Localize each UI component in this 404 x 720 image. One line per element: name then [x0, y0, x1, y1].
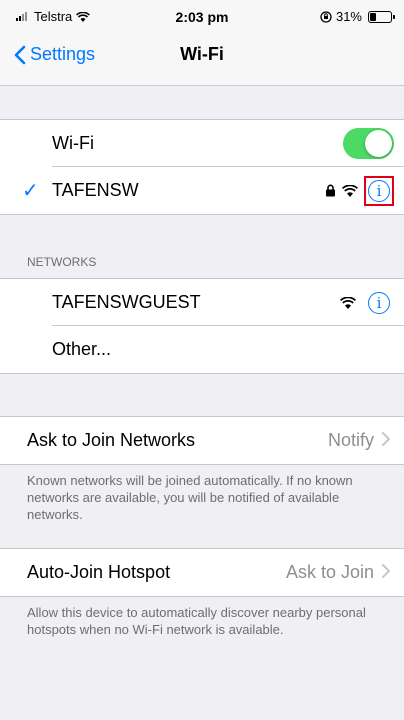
- network-name: TAFENSWGUEST: [52, 292, 201, 312]
- ask-to-join-footer: Known networks will be joined automatica…: [27, 473, 353, 522]
- wifi-group: Wi-Fi ✓ TAFENSW i: [0, 119, 404, 215]
- networks-group: TAFENSWGUEST i Other...: [0, 278, 404, 374]
- auto-join-hotspot-label: Auto-Join Hotspot: [27, 562, 171, 582]
- info-icon: i: [368, 179, 390, 202]
- wifi-toggle-row: Wi-Fi: [0, 120, 404, 167]
- auto-join-hotspot-footer: Allow this device to automatically disco…: [27, 605, 366, 637]
- wifi-signal-icon: [342, 184, 358, 197]
- auto-join-hotspot-group: Auto-Join Hotspot Ask to Join: [0, 548, 404, 597]
- chevron-right-icon: [382, 561, 390, 584]
- networks-header: NETWORKS: [27, 255, 97, 269]
- connected-network-name: TAFENSW: [52, 180, 139, 200]
- auto-join-hotspot-value: Ask to Join: [285, 562, 374, 582]
- other-network-row[interactable]: Other...: [0, 326, 404, 373]
- lock-icon: [326, 184, 335, 197]
- battery-icon: [368, 10, 395, 23]
- wifi-toggle-label: Wi-Fi: [52, 133, 94, 153]
- wifi-signal-icon: [340, 296, 356, 309]
- status-right: 31%: [320, 9, 395, 24]
- battery-percent: 31%: [335, 9, 362, 24]
- connected-network-row[interactable]: ✓ TAFENSW i: [0, 167, 404, 214]
- other-network-label: Other...: [52, 339, 112, 359]
- battery-level: [370, 12, 376, 21]
- nav-bar: Settings Wi-Fi: [0, 30, 404, 86]
- info-icon: i: [368, 291, 390, 314]
- network-info-button[interactable]: i: [364, 288, 394, 318]
- ask-to-join-value: Notify: [327, 430, 374, 450]
- status-bar: Telstra 2:03 pm 31%: [0, 0, 404, 30]
- ask-to-join-label: Ask to Join Networks: [27, 430, 196, 450]
- page-title: Wi-Fi: [180, 44, 224, 64]
- auto-join-hotspot-row[interactable]: Auto-Join Hotspot Ask to Join: [0, 549, 404, 596]
- ask-to-join-row[interactable]: Ask to Join Networks Notify: [0, 417, 404, 464]
- connected-network-info-button[interactable]: i: [364, 175, 394, 206]
- ask-to-join-group: Ask to Join Networks Notify: [0, 416, 404, 465]
- chevron-right-icon: [382, 429, 390, 452]
- orientation-lock-icon: [320, 10, 332, 23]
- wifi-toggle[interactable]: [343, 128, 394, 159]
- checkmark-icon: ✓: [22, 180, 39, 202]
- network-row[interactable]: TAFENSWGUEST i: [0, 279, 404, 326]
- toggle-knob: [365, 130, 392, 157]
